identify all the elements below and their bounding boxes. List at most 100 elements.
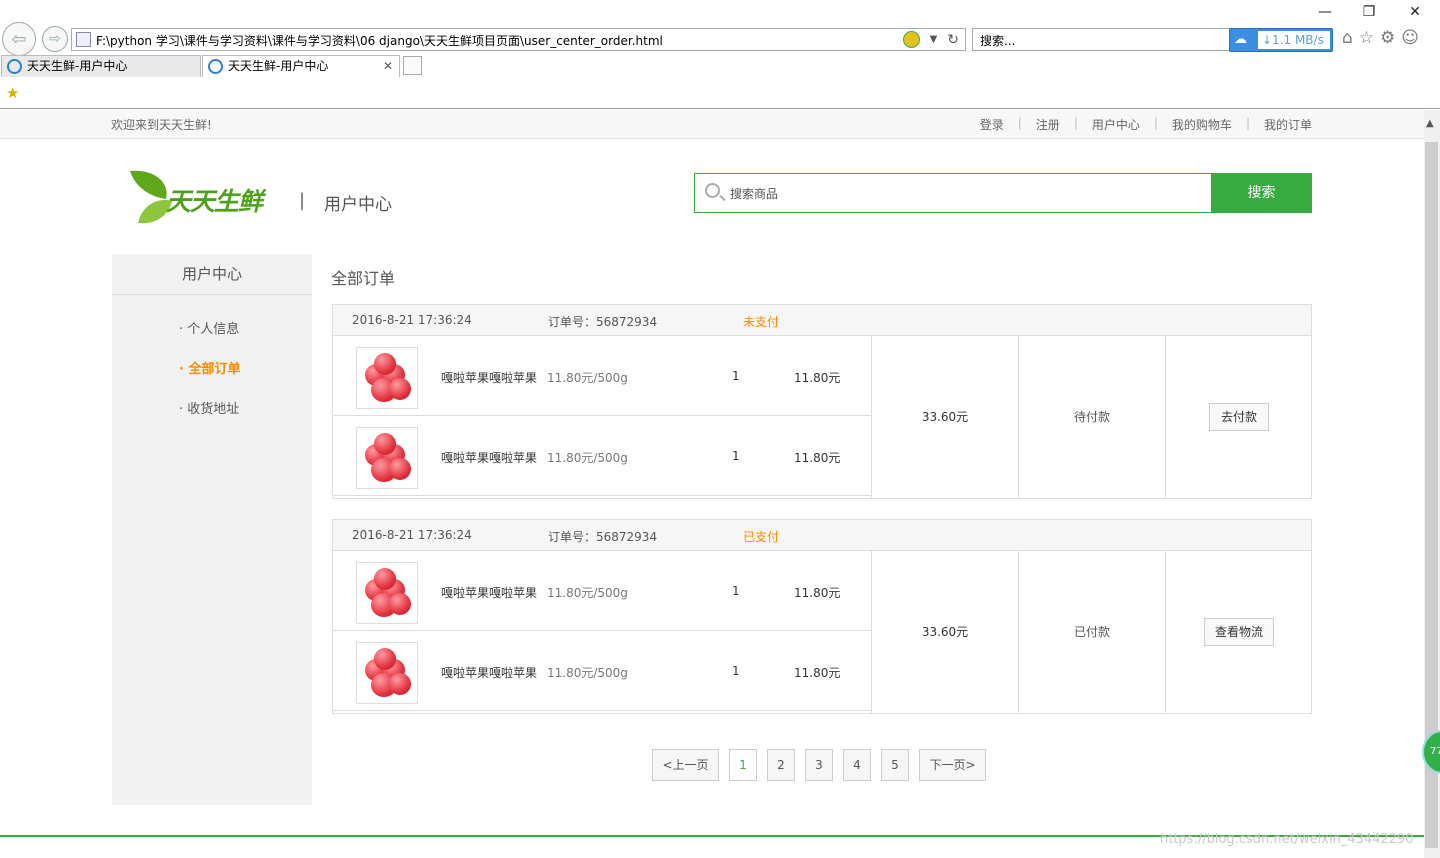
product-image[interactable] bbox=[356, 562, 418, 624]
order-time: 2016-8-21 17:36:24 bbox=[352, 313, 472, 327]
home-icon[interactable]: ⌂ bbox=[1342, 28, 1353, 48]
register-link[interactable]: 注册 bbox=[1036, 116, 1060, 133]
product-search-input[interactable]: 搜索商品 bbox=[695, 174, 1211, 212]
address-bar[interactable]: F:\python 学习\课件与学习资料\课件与学习资料\06 django\天… bbox=[71, 28, 966, 51]
site-topbar: 欢迎来到天天生鲜! 登录 | 注册 | 用户中心 | 我的购物车 | 我的订单 bbox=[0, 110, 1424, 139]
smiley-icon[interactable]: ☺ bbox=[1401, 28, 1419, 48]
order-total: 33.60元 bbox=[871, 336, 1018, 498]
user-center-link[interactable]: 用户中心 bbox=[1092, 116, 1140, 133]
product-name[interactable]: 嘎啦苹果嘎啦苹果 bbox=[441, 449, 537, 466]
tab-user-center-2[interactable]: 天天生鲜-用户中心 ✕ bbox=[202, 55, 400, 77]
dropdown-chevron-icon[interactable]: ▼ bbox=[930, 34, 938, 45]
scroll-up-icon[interactable]: ▲ bbox=[1426, 118, 1434, 129]
order-card: 2016-8-21 17:36:24 订单号：56872934 已支付 嘎啦苹果… bbox=[332, 519, 1312, 714]
page-button-3[interactable]: 3 bbox=[805, 749, 833, 781]
download-rate: ↓1.1 MB/s bbox=[1258, 31, 1330, 49]
order-header: 2016-8-21 17:36:24 订单号：56872934 未支付 bbox=[333, 305, 1311, 336]
logo-text[interactable]: 天天生鲜 bbox=[166, 182, 263, 218]
sidebar-item-orders[interactable]: · 全部订单 bbox=[179, 358, 240, 377]
order-body: 嘎啦苹果嘎啦苹果 11.80元/500g 1 11.80元 嘎啦苹果嘎啦苹果 1… bbox=[333, 336, 1311, 498]
order-item: 嘎啦苹果嘎啦苹果 11.80元/500g 1 11.80元 bbox=[333, 551, 871, 631]
search-button[interactable]: 搜索 bbox=[1211, 173, 1312, 213]
favorites-star-icon[interactable]: ☆ bbox=[1359, 28, 1374, 48]
restore-icon[interactable]: ❐ bbox=[1354, 4, 1384, 20]
product-qty: 1 bbox=[732, 664, 740, 678]
refresh-icon[interactable]: ↻ bbox=[947, 32, 959, 48]
login-link[interactable]: 登录 bbox=[980, 116, 1004, 133]
order-time: 2016-8-21 17:36:24 bbox=[352, 528, 472, 542]
product-qty: 1 bbox=[732, 369, 740, 383]
top-links: 登录 | 注册 | 用户中心 | 我的购物车 | 我的订单 bbox=[980, 116, 1312, 133]
prev-page-button[interactable]: <上一页 bbox=[652, 749, 719, 781]
page-button-1[interactable]: 1 bbox=[729, 749, 757, 781]
product-price: 11.80元/500g bbox=[547, 586, 628, 600]
order-action-cell: 查看物流 bbox=[1165, 551, 1312, 713]
sidebar-item-profile[interactable]: · 个人信息 bbox=[179, 318, 239, 337]
separator: | bbox=[1153, 116, 1158, 130]
view-logistics-button[interactable]: 查看物流 bbox=[1204, 618, 1274, 646]
separator: | bbox=[1073, 116, 1078, 130]
order-total: 33.60元 bbox=[871, 551, 1018, 713]
pagination: <上一页 1 2 3 4 5 下一页> bbox=[652, 749, 986, 781]
tab-user-center-1[interactable]: 天天生鲜-用户中心 bbox=[1, 55, 201, 77]
search-icon bbox=[705, 183, 720, 198]
product-image[interactable] bbox=[356, 642, 418, 704]
browser-search-input[interactable]: 搜索... bbox=[972, 28, 1230, 51]
product-price: 11.80元/500g bbox=[547, 451, 628, 465]
product-name[interactable]: 嘎啦苹果嘎啦苹果 bbox=[441, 664, 537, 681]
page-button-2[interactable]: 2 bbox=[767, 749, 795, 781]
order-number: 订单号：56872934 bbox=[548, 530, 658, 544]
browser-chrome: — ❐ ✕ ⇦ ⇨ F:\python 学习\课件与学习资料\课件与学习资料\0… bbox=[0, 0, 1440, 109]
search-placeholder: 搜索商品 bbox=[730, 187, 779, 201]
payment-status: 已付款 bbox=[1018, 551, 1165, 713]
payment-status: 待付款 bbox=[1018, 336, 1165, 498]
sidebar-title: 用户中心 bbox=[112, 254, 312, 295]
download-speed-widget[interactable]: ☁ ↓1.1 MB/s bbox=[1229, 28, 1333, 52]
product-subtotal: 11.80元 bbox=[794, 586, 841, 600]
forward-arrow-icon[interactable]: ⇨ bbox=[42, 26, 68, 52]
order-action-cell: 去付款 bbox=[1165, 336, 1312, 498]
cloud-icon: ☁ bbox=[1234, 32, 1247, 47]
product-image[interactable] bbox=[356, 427, 418, 489]
watermark: https://blog.csdn.net/weixin_43442290 bbox=[1160, 832, 1414, 847]
product-search-form: 搜索商品 搜索 bbox=[694, 173, 1312, 213]
tab-close-icon[interactable]: ✕ bbox=[383, 56, 393, 76]
sidebar: 用户中心 · 个人信息 · 全部订单 · 收货地址 bbox=[112, 254, 312, 805]
product-name[interactable]: 嘎啦苹果嘎啦苹果 bbox=[441, 584, 537, 601]
product-image[interactable] bbox=[356, 347, 418, 409]
compatibility-icon[interactable] bbox=[902, 31, 920, 48]
close-window-icon[interactable]: ✕ bbox=[1400, 4, 1430, 20]
minimize-icon[interactable]: — bbox=[1310, 4, 1340, 20]
address-url: F:\python 学习\课件与学习资料\课件与学习资料\06 django\天… bbox=[96, 34, 663, 48]
product-subtotal: 11.80元 bbox=[794, 666, 841, 680]
order-status: 未支付 bbox=[743, 315, 780, 329]
sidebar-item-address[interactable]: · 收货地址 bbox=[179, 398, 239, 417]
order-item: 嘎啦苹果嘎啦苹果 11.80元/500g 1 11.80元 bbox=[333, 631, 871, 711]
order-header: 2016-8-21 17:36:24 订单号：56872934 已支付 bbox=[333, 520, 1311, 551]
welcome-text: 欢迎来到天天生鲜! bbox=[111, 118, 212, 132]
cart-link[interactable]: 我的购物车 bbox=[1172, 116, 1232, 133]
product-qty: 1 bbox=[732, 584, 740, 598]
next-page-button[interactable]: 下一页> bbox=[919, 749, 986, 781]
product-subtotal: 11.80元 bbox=[794, 371, 841, 385]
pay-button[interactable]: 去付款 bbox=[1209, 403, 1269, 431]
product-qty: 1 bbox=[732, 449, 740, 463]
ie-icon bbox=[208, 59, 223, 74]
product-price: 11.80元/500g bbox=[547, 666, 628, 680]
settings-gear-icon[interactable]: ⚙ bbox=[1380, 28, 1395, 48]
browser-search-placeholder: 搜索... bbox=[980, 34, 1016, 48]
separator: | bbox=[1017, 116, 1022, 130]
order-body: 嘎啦苹果嘎啦苹果 11.80元/500g 1 11.80元 嘎啦苹果嘎啦苹果 1… bbox=[333, 551, 1311, 713]
page-button-4[interactable]: 4 bbox=[843, 749, 871, 781]
page-button-5[interactable]: 5 bbox=[881, 749, 909, 781]
page-title: 全部订单 bbox=[331, 269, 396, 288]
new-tab-button[interactable] bbox=[403, 56, 422, 75]
favorites-bar-star-icon[interactable]: ★ bbox=[6, 84, 19, 102]
order-status: 已支付 bbox=[743, 530, 780, 544]
product-name[interactable]: 嘎啦苹果嘎啦苹果 bbox=[441, 369, 537, 386]
back-arrow-icon[interactable]: ⇦ bbox=[2, 22, 36, 56]
tab-title: 天天生鲜-用户中心 bbox=[228, 59, 329, 73]
header-subtitle: 用户中心 bbox=[324, 195, 392, 215]
ie-icon bbox=[7, 59, 22, 74]
my-orders-link[interactable]: 我的订单 bbox=[1264, 116, 1312, 133]
